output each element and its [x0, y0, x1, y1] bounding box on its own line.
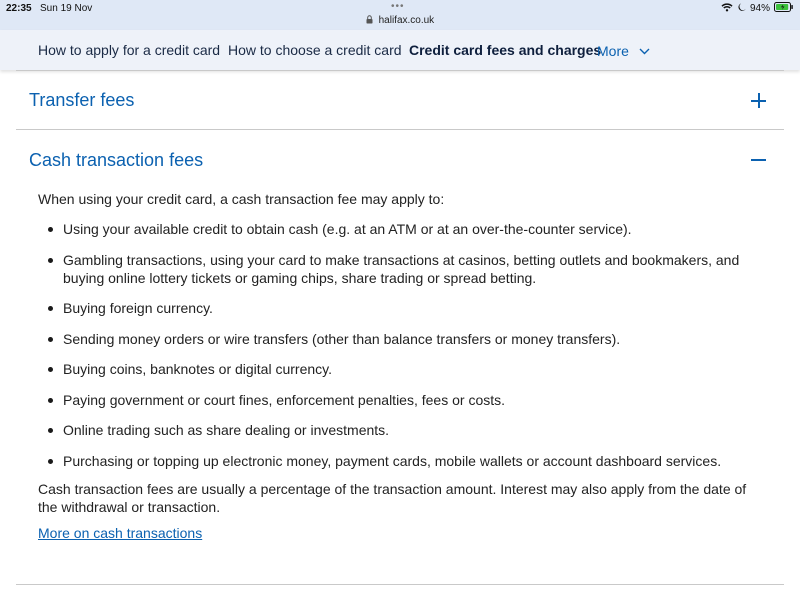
cash-fees-intro: When using your credit card, a cash tran…: [38, 191, 445, 207]
nav-link-fees-and-charges[interactable]: Credit card fees and charges: [409, 42, 601, 58]
nav-link-how-to-apply[interactable]: How to apply for a credit card: [38, 42, 220, 58]
url-text: halifax.co.uk: [378, 15, 435, 26]
bullet-icon: [48, 258, 53, 263]
bullet-icon: [48, 459, 53, 464]
battery-icon: [774, 2, 794, 15]
accordion-title-transfer-fees[interactable]: Transfer fees: [29, 90, 134, 111]
plus-icon[interactable]: [751, 93, 766, 108]
window-dots-icon[interactable]: •••: [391, 1, 405, 12]
divider: [16, 584, 784, 585]
bullet-icon: [48, 398, 53, 403]
lock-icon: [366, 15, 373, 27]
chevron-down-icon: [639, 42, 650, 58]
nav-more-button[interactable]: More: [597, 42, 650, 59]
nav-more-label: More: [597, 43, 629, 59]
bullet-icon: [48, 227, 53, 232]
cash-fees-outro: Cash transaction fees are usually a perc…: [38, 481, 747, 515]
battery-percent: 94%: [749, 3, 770, 14]
status-date: Sun 19 Nov: [40, 3, 93, 14]
status-bar: 22:35 Sun 19 Nov ••• halifax.co.uk 94%: [0, 0, 800, 30]
address-bar[interactable]: halifax.co.uk: [0, 15, 800, 27]
secondary-nav: How to apply for a credit card How to ch…: [0, 30, 800, 70]
wifi-icon: [721, 3, 733, 15]
bullet-icon: [48, 337, 53, 342]
divider: [16, 70, 784, 71]
moon-icon: [737, 3, 746, 15]
accordion-title-cash-transaction-fees[interactable]: Cash transaction fees: [29, 150, 203, 171]
bullet-icon: [48, 367, 53, 372]
divider: [16, 129, 784, 130]
nav-link-how-to-choose[interactable]: How to choose a credit card: [228, 42, 402, 58]
status-time: 22:35: [6, 3, 32, 14]
status-icons: 94%: [721, 2, 794, 15]
more-on-cash-transactions-link[interactable]: More on cash transactions: [38, 525, 202, 541]
minus-icon[interactable]: [751, 152, 766, 167]
bullet-icon: [48, 306, 53, 311]
bullet-icon: [48, 428, 53, 433]
